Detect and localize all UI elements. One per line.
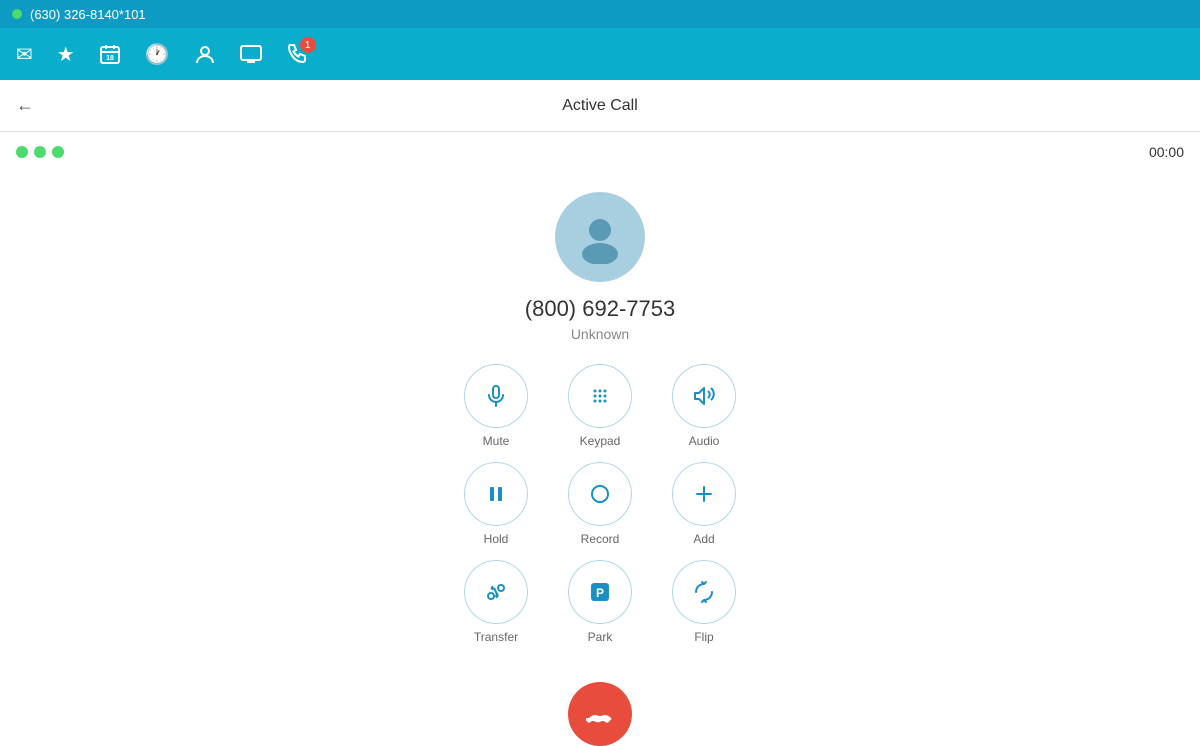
page-title: Active Call — [562, 97, 638, 115]
add-label: Add — [693, 532, 714, 546]
nav-bar: ✉ ★ 18 🕐 1 — [0, 28, 1200, 80]
dot-2 — [34, 146, 46, 158]
action-keypad: Keypad — [560, 364, 640, 448]
record-label: Record — [581, 532, 620, 546]
nav-calendar-icon[interactable]: 18 — [99, 43, 121, 65]
caller-id-label: (630) 326-8140*101 — [30, 7, 146, 22]
flip-button[interactable] — [672, 560, 736, 624]
svg-text:P: P — [596, 586, 604, 600]
caller-avatar — [555, 192, 645, 282]
nav-contacts-icon[interactable] — [194, 43, 216, 65]
call-timer: 00:00 — [1149, 144, 1184, 160]
nav-phone-icon[interactable]: 1 — [286, 43, 308, 65]
keypad-button[interactable] — [568, 364, 632, 428]
phone-badge: 1 — [300, 37, 316, 53]
keypad-label: Keypad — [580, 434, 621, 448]
action-hold: Hold — [456, 462, 536, 546]
caller-number: (800) 692-7753 — [525, 296, 675, 322]
mute-button[interactable] — [464, 364, 528, 428]
nav-history-icon[interactable]: 🕐 — [145, 42, 170, 67]
actions-grid: Mute Keypad — [456, 364, 744, 644]
status-indicator-dot — [12, 9, 22, 19]
dot-indicators — [16, 146, 64, 158]
dot-1 — [16, 146, 28, 158]
park-label: Park — [588, 630, 613, 644]
transfer-label: Transfer — [474, 630, 518, 644]
back-button[interactable]: ← — [16, 95, 34, 116]
action-audio: Audio — [664, 364, 744, 448]
end-call-area — [568, 682, 632, 746]
action-transfer: Transfer — [456, 560, 536, 644]
nav-favorites-icon[interactable]: ★ — [57, 42, 75, 67]
audio-label: Audio — [689, 434, 720, 448]
hold-label: Hold — [484, 532, 509, 546]
caller-name: Unknown — [571, 326, 629, 342]
action-mute: Mute — [456, 364, 536, 448]
flip-label: Flip — [694, 630, 713, 644]
action-park: P Park — [560, 560, 640, 644]
mute-label: Mute — [483, 434, 510, 448]
end-call-button[interactable] — [568, 682, 632, 746]
nav-messages-icon[interactable]: ✉ — [16, 42, 33, 67]
hold-button[interactable] — [464, 462, 528, 526]
transfer-button[interactable] — [464, 560, 528, 624]
sub-bar: 00:00 — [0, 132, 1200, 172]
call-area: (800) 692-7753 Unknown Mute — [0, 172, 1200, 746]
add-button[interactable] — [672, 462, 736, 526]
dot-3 — [52, 146, 64, 158]
page-header: ← Active Call — [0, 80, 1200, 132]
action-add: Add — [664, 462, 744, 546]
nav-desktop-icon[interactable] — [240, 43, 262, 65]
svg-text:18: 18 — [106, 55, 114, 62]
audio-button[interactable] — [672, 364, 736, 428]
action-record: Record — [560, 462, 640, 546]
status-bar: (630) 326-8140*101 — [0, 0, 1200, 28]
record-button[interactable] — [568, 462, 632, 526]
park-button[interactable]: P — [568, 560, 632, 624]
action-flip: Flip — [664, 560, 744, 644]
